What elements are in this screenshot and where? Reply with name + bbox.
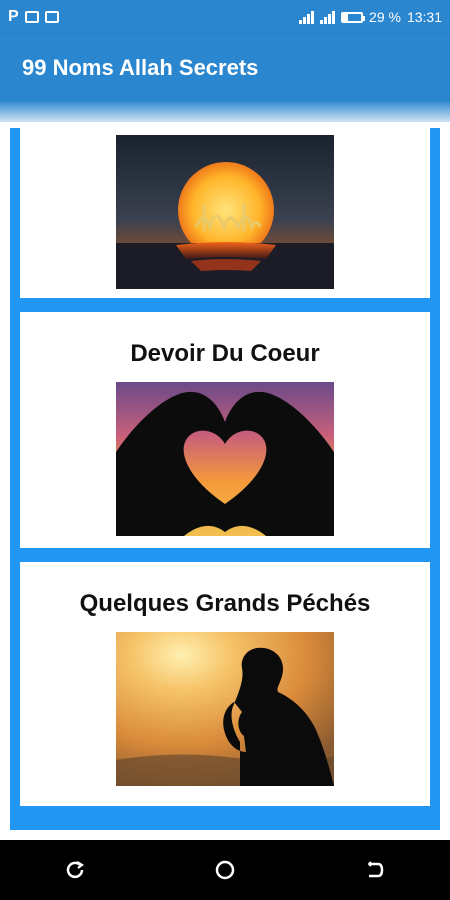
navigation-bar xyxy=(0,840,450,900)
home-icon xyxy=(215,860,235,880)
card-title: Quelques Grands Péchés xyxy=(79,590,371,617)
signal-icon xyxy=(299,10,315,24)
header-shadow-strip xyxy=(0,102,450,122)
chart-notification-icon xyxy=(44,11,59,23)
praying-silhouette-image xyxy=(116,632,334,786)
battery-fill xyxy=(343,13,349,21)
signal-icon-2 xyxy=(320,10,336,24)
back-icon xyxy=(367,861,384,878)
card-sunset[interactable] xyxy=(20,128,430,298)
card-title: Devoir Du Coeur xyxy=(130,340,320,367)
status-bar: P 29 % 13:31 xyxy=(0,0,450,34)
heart-hands-silhouette-image xyxy=(116,382,334,536)
image-notification-icon xyxy=(24,11,39,23)
app-title: 99 Noms Allah Secrets xyxy=(22,55,259,80)
back-button[interactable] xyxy=(345,840,405,900)
card-quelques-grands-peches[interactable]: Quelques Grands Péchés xyxy=(20,562,430,806)
clock: 13:31 xyxy=(406,9,442,25)
home-button[interactable] xyxy=(195,840,255,900)
notification-icons: P xyxy=(8,8,59,26)
card-list[interactable]: Devoir Du Coeur Quelques Grands Péchés xyxy=(10,128,440,830)
battery-icon xyxy=(341,11,366,23)
battery-percent: 29 % xyxy=(369,9,401,25)
app-bar: 99 Noms Allah Secrets xyxy=(0,34,450,102)
recent-apps-button[interactable] xyxy=(45,840,105,900)
recent-apps-icon xyxy=(66,861,84,879)
sunset-calligraphy-image xyxy=(116,135,334,289)
p-notification-icon: P xyxy=(8,8,19,25)
card-devoir-du-coeur[interactable]: Devoir Du Coeur xyxy=(20,312,430,548)
